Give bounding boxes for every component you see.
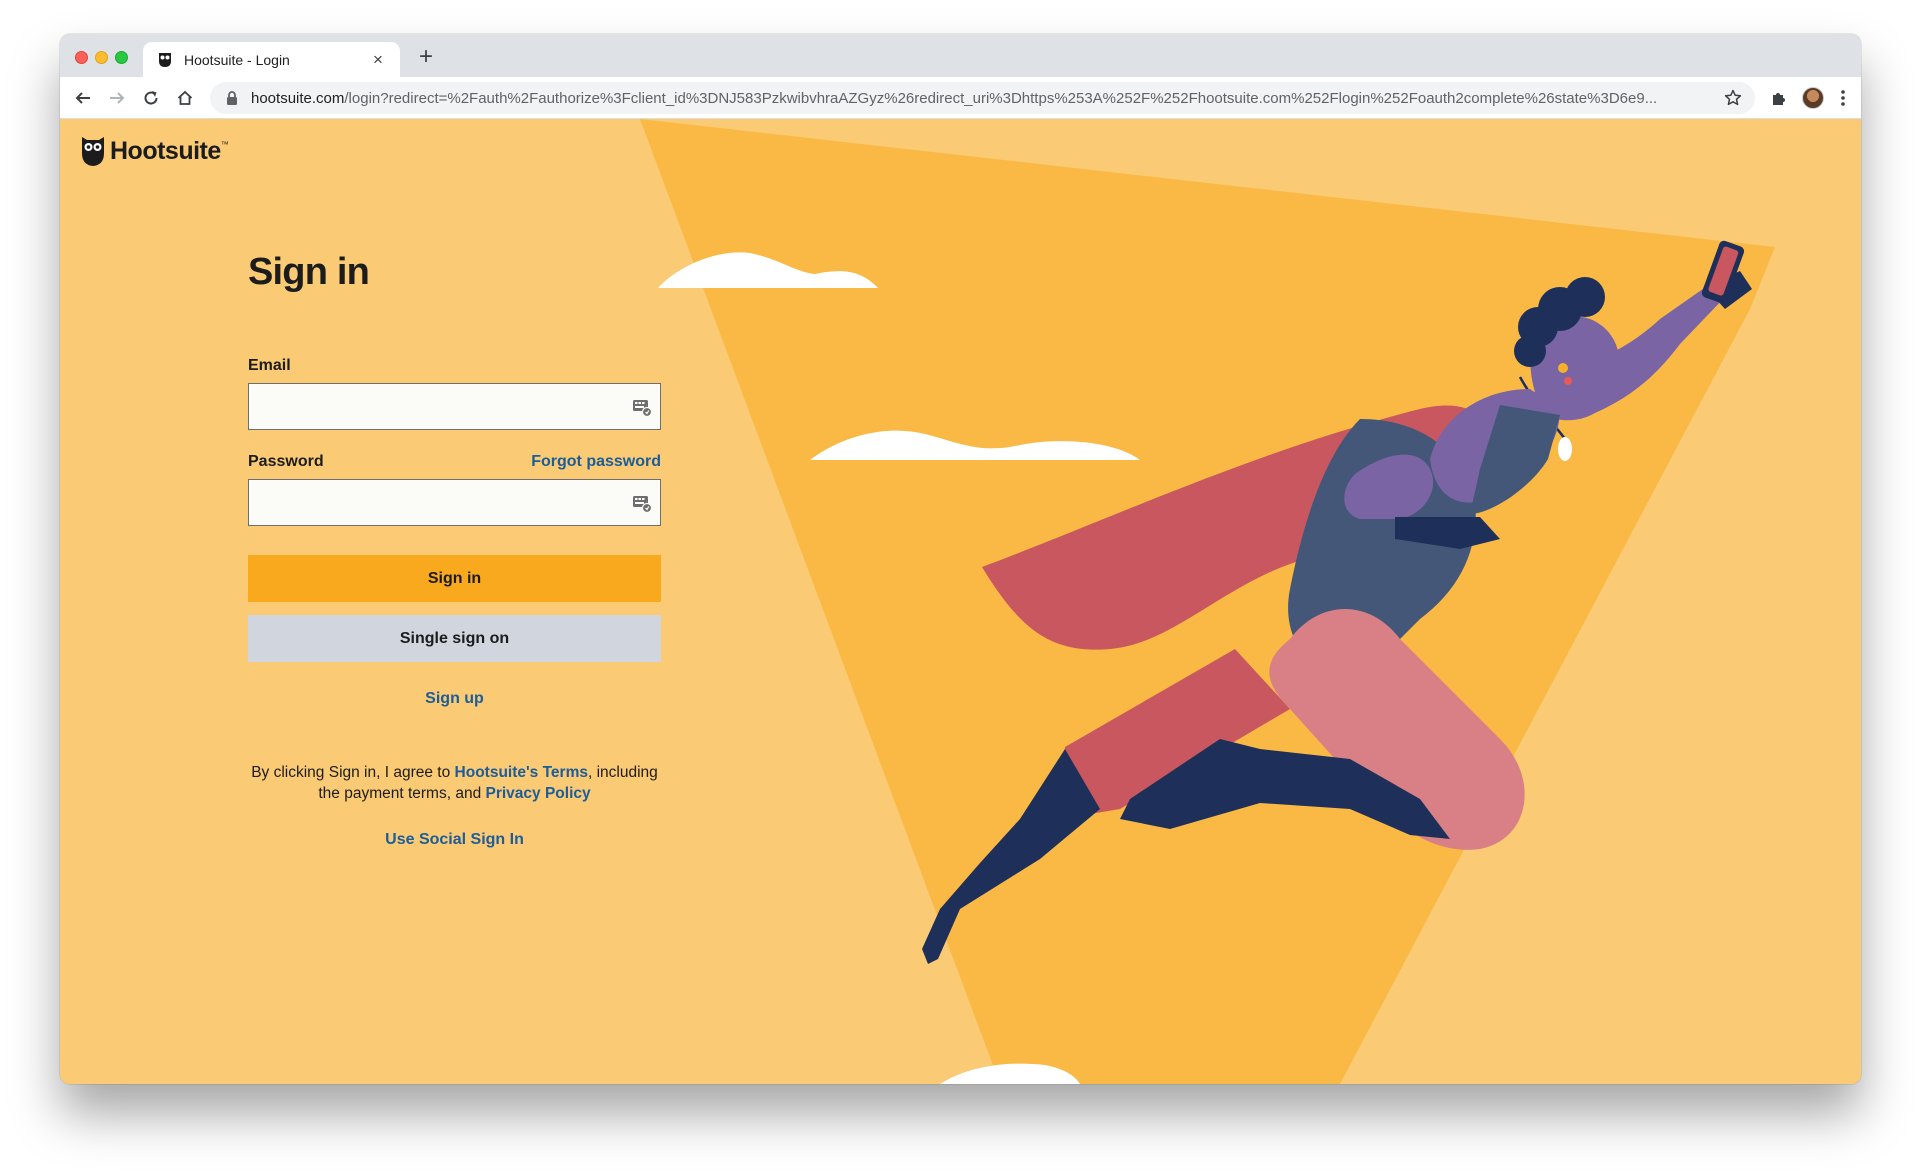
reload-icon[interactable] bbox=[139, 86, 163, 110]
email-field[interactable] bbox=[249, 384, 660, 429]
tab-close-icon[interactable]: × bbox=[370, 50, 386, 70]
new-tab-button[interactable]: + bbox=[412, 43, 440, 71]
close-window-button[interactable] bbox=[75, 51, 88, 64]
minimize-window-button[interactable] bbox=[95, 51, 108, 64]
owl-logo-icon bbox=[82, 137, 104, 166]
sign-up-link[interactable]: Sign up bbox=[248, 690, 661, 708]
legal-text: By clicking Sign in, I agree to Hootsuit… bbox=[248, 762, 661, 804]
social-sign-in-link[interactable]: Use Social Sign In bbox=[248, 831, 661, 849]
tab-strip: Hootsuite - Login × + bbox=[60, 34, 1861, 77]
single-sign-on-button[interactable]: Single sign on bbox=[248, 615, 661, 662]
email-label: Email bbox=[248, 357, 291, 374]
password-field-wrapper bbox=[248, 479, 661, 526]
bookmark-star-icon[interactable] bbox=[1723, 88, 1743, 108]
legal-prefix: By clicking Sign in, I agree to bbox=[251, 764, 455, 781]
lock-icon[interactable] bbox=[224, 90, 240, 106]
extensions-puzzle-icon[interactable] bbox=[1767, 86, 1791, 110]
tab-title: Hootsuite - Login bbox=[184, 51, 290, 68]
url-text[interactable]: hootsuite.com/login?redirect=%2Fauth%2Fa… bbox=[251, 90, 1715, 107]
home-icon[interactable] bbox=[173, 86, 197, 110]
forgot-password-link[interactable]: Forgot password bbox=[531, 453, 661, 471]
hootsuite-logo[interactable]: Hootsuite ™ bbox=[81, 135, 229, 167]
profile-avatar[interactable] bbox=[1801, 86, 1825, 110]
browser-window: Hootsuite - Login × + hootsuite.com/logi… bbox=[60, 34, 1861, 1084]
page-title: Sign in bbox=[248, 251, 370, 293]
forward-icon[interactable] bbox=[105, 86, 129, 110]
more-menu-icon[interactable] bbox=[1831, 86, 1855, 110]
browser-toolbar: hootsuite.com/login?redirect=%2Fauth%2Fa… bbox=[60, 77, 1861, 119]
brand-name: Hootsuite bbox=[110, 136, 221, 165]
back-icon[interactable] bbox=[71, 86, 95, 110]
maximize-window-button[interactable] bbox=[115, 51, 128, 64]
email-field-wrapper bbox=[248, 383, 661, 430]
password-label: Password bbox=[248, 453, 324, 470]
privacy-policy-link[interactable]: Privacy Policy bbox=[486, 785, 591, 802]
terms-link[interactable]: Hootsuite's Terms bbox=[455, 764, 588, 781]
browser-tab[interactable]: Hootsuite - Login × bbox=[143, 42, 400, 77]
hootsuite-favicon-icon bbox=[159, 52, 171, 67]
avatar[interactable] bbox=[1802, 87, 1824, 109]
password-manager-icon[interactable] bbox=[632, 397, 652, 417]
sign-in-button[interactable]: Sign in bbox=[248, 555, 661, 602]
password-manager-icon[interactable] bbox=[632, 493, 652, 513]
trademark-mark: ™ bbox=[220, 139, 229, 149]
login-page: Hootsuite ™ Sign in Email Password Forgo… bbox=[60, 119, 1861, 1084]
address-bar[interactable]: hootsuite.com/login?redirect=%2Fauth%2Fa… bbox=[210, 82, 1755, 114]
password-field[interactable] bbox=[249, 480, 660, 525]
